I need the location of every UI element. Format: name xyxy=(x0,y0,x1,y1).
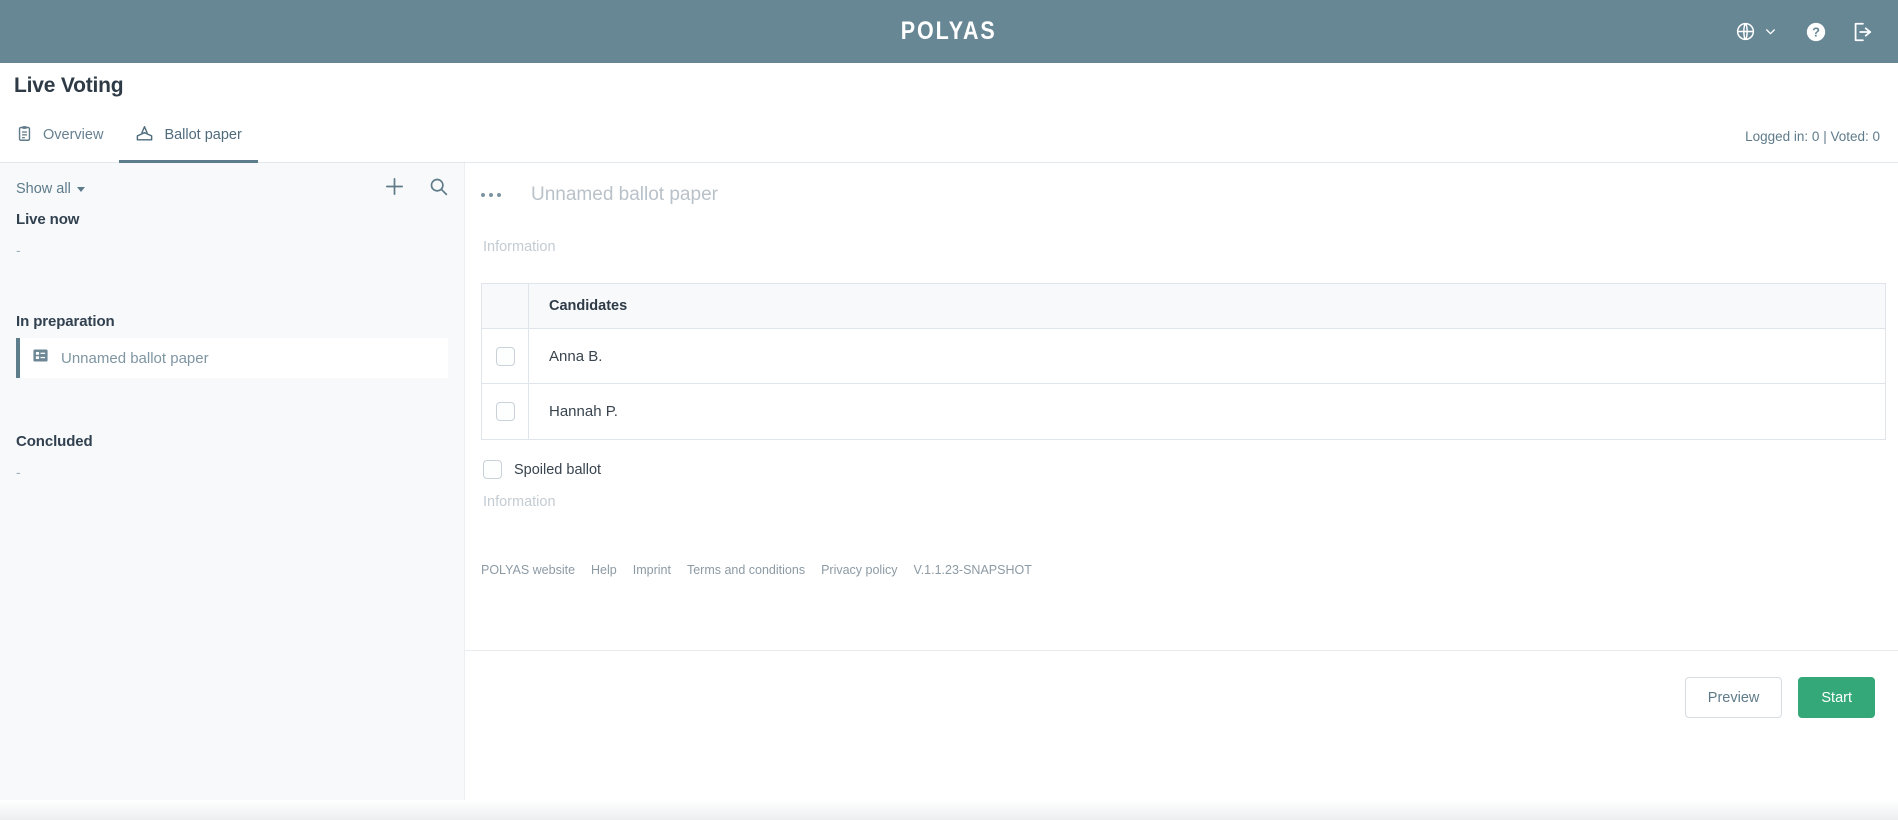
table-header-checkbox-cell xyxy=(482,284,529,328)
chevron-down-icon xyxy=(76,186,85,192)
chevron-down-icon xyxy=(1764,25,1777,38)
polyas-logo: POLYAS xyxy=(901,17,997,45)
page-bottom-edge xyxy=(0,800,1898,820)
spoiled-ballot-checkbox[interactable] xyxy=(483,460,502,479)
ballot-paper-header xyxy=(465,183,1898,207)
table-row[interactable]: Hannah P. xyxy=(482,384,1885,439)
app-version: V.1.1.23-SNAPSHOT xyxy=(913,563,1032,577)
logout-button[interactable] xyxy=(1844,0,1880,63)
ballot-list-icon xyxy=(32,347,49,369)
section-title: In preparation xyxy=(16,313,115,330)
spoiled-ballot-option[interactable]: Spoiled ballot xyxy=(483,460,601,479)
ballot-information-input[interactable] xyxy=(481,238,1681,256)
candidates-table: Candidates Anna B. Hannah P. xyxy=(481,283,1886,440)
footer-links: POLYAS website Help Imprint Terms and co… xyxy=(481,563,1032,577)
action-buttons: Preview Start xyxy=(1684,677,1875,718)
show-all-label: Show all xyxy=(16,181,71,197)
tab-overview[interactable]: Overview xyxy=(0,110,119,163)
tab-ballot-paper-label: Ballot paper xyxy=(164,127,242,143)
tab-bar: Overview Ballot paper Logged in: 0 | Vot… xyxy=(0,110,1898,163)
preview-button[interactable]: Preview xyxy=(1684,677,1783,718)
row-checkbox-cell xyxy=(482,329,529,383)
help-button[interactable]: ? xyxy=(1798,0,1834,63)
tabs: Overview Ballot paper xyxy=(0,110,258,163)
table-header-row: Candidates xyxy=(482,284,1885,329)
page-title: Live Voting xyxy=(14,74,124,97)
candidate-checkbox[interactable] xyxy=(495,402,515,421)
footer-link-terms[interactable]: Terms and conditions xyxy=(687,563,805,577)
tab-ballot-paper[interactable]: Ballot paper xyxy=(119,110,258,163)
sidebar-section-concluded: Concluded - xyxy=(0,433,465,480)
plus-icon[interactable] xyxy=(383,175,406,203)
top-brand-bar: POLYAS ? xyxy=(0,0,1898,63)
footer-link-privacy[interactable]: Privacy policy xyxy=(821,563,897,577)
start-button[interactable]: Start xyxy=(1798,677,1875,718)
svg-text:?: ? xyxy=(1812,24,1820,39)
footer-link-help[interactable]: Help xyxy=(591,563,617,577)
logout-icon xyxy=(1851,21,1873,43)
action-bar: Preview Start xyxy=(465,650,1898,800)
ballot-title-input[interactable] xyxy=(529,183,1429,207)
candidate-name: Hannah P. xyxy=(549,403,618,420)
ballot-box-icon xyxy=(135,124,154,147)
tab-overview-label: Overview xyxy=(43,127,104,143)
voting-stats: Logged in: 0 | Voted: 0 xyxy=(1745,129,1880,144)
help-circle-icon: ? xyxy=(1805,21,1827,43)
ballot-bottom-information-input[interactable] xyxy=(481,493,1681,511)
sidebar-section-live-now: Live now - xyxy=(0,211,465,258)
table-row[interactable]: Anna B. xyxy=(482,329,1885,384)
sidebar-item-label: Unnamed ballot paper xyxy=(61,349,209,367)
section-title: Live now xyxy=(16,211,80,228)
candidate-name: Anna B. xyxy=(549,347,603,365)
section-title: Concluded xyxy=(16,433,93,450)
language-selector[interactable] xyxy=(1728,0,1784,63)
more-options-icon[interactable] xyxy=(481,193,509,197)
globe-icon xyxy=(1735,21,1756,42)
clipboard-icon xyxy=(16,125,33,146)
section-empty-placeholder: - xyxy=(16,242,21,258)
footer-link-imprint[interactable]: Imprint xyxy=(633,563,671,577)
show-all-dropdown[interactable]: Show all xyxy=(16,181,85,197)
sidebar-toolbar-icons xyxy=(383,175,449,203)
row-checkbox-cell xyxy=(482,384,529,439)
spoiled-ballot-label: Spoiled ballot xyxy=(514,461,602,478)
sidebar-item-unnamed-ballot-paper[interactable]: Unnamed ballot paper xyxy=(16,338,448,378)
footer-link-polyas-website[interactable]: POLYAS website xyxy=(481,563,575,577)
section-empty-placeholder: - xyxy=(16,464,21,480)
sidebar: Show all Live now - In preparation Unnam… xyxy=(0,163,465,800)
candidate-checkbox[interactable] xyxy=(495,346,515,366)
sidebar-section-in-preparation: In preparation Unnamed ballot paper xyxy=(0,313,465,378)
column-header-candidates: Candidates xyxy=(549,298,628,314)
search-icon[interactable] xyxy=(428,176,449,202)
topbar-actions: ? xyxy=(1728,0,1880,63)
